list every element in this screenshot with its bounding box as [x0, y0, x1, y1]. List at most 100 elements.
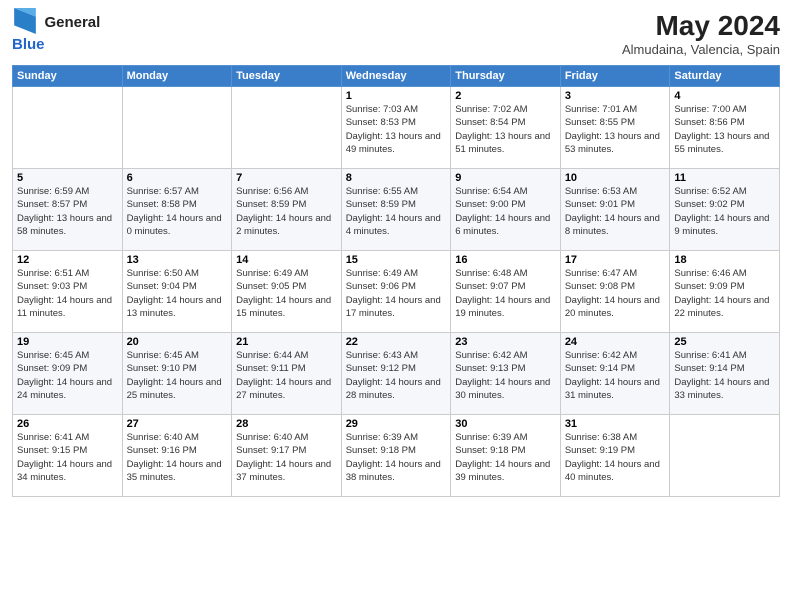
- day-info: Sunrise: 6:45 AMSunset: 9:09 PMDaylight:…: [17, 349, 118, 402]
- day-number: 1: [346, 90, 447, 102]
- day-number: 7: [236, 172, 337, 184]
- col-saturday: Saturday: [670, 66, 780, 87]
- day-number: 14: [236, 254, 337, 266]
- table-row: 5 Sunrise: 6:59 AMSunset: 8:57 PMDayligh…: [13, 169, 123, 251]
- table-row: 4 Sunrise: 7:00 AMSunset: 8:56 PMDayligh…: [670, 87, 780, 169]
- day-number: 5: [17, 172, 118, 184]
- day-number: 17: [565, 254, 666, 266]
- table-row: 7 Sunrise: 6:56 AMSunset: 8:59 PMDayligh…: [232, 169, 342, 251]
- title-block: May 2024 Almudaina, Valencia, Spain: [622, 10, 780, 57]
- table-row: [670, 415, 780, 497]
- day-info: Sunrise: 6:59 AMSunset: 8:57 PMDaylight:…: [17, 185, 118, 238]
- table-row: [13, 87, 123, 169]
- day-info: Sunrise: 6:50 AMSunset: 9:04 PMDaylight:…: [127, 267, 228, 320]
- day-number: 27: [127, 418, 228, 430]
- table-row: 31 Sunrise: 6:38 AMSunset: 9:19 PMDaylig…: [560, 415, 670, 497]
- day-info: Sunrise: 6:57 AMSunset: 8:58 PMDaylight:…: [127, 185, 228, 238]
- day-number: 12: [17, 254, 118, 266]
- calendar-week-row: 12 Sunrise: 6:51 AMSunset: 9:03 PMDaylig…: [13, 251, 780, 333]
- table-row: 17 Sunrise: 6:47 AMSunset: 9:08 PMDaylig…: [560, 251, 670, 333]
- day-number: 25: [674, 336, 775, 348]
- table-row: 22 Sunrise: 6:43 AMSunset: 9:12 PMDaylig…: [341, 333, 451, 415]
- day-number: 6: [127, 172, 228, 184]
- day-info: Sunrise: 6:41 AMSunset: 9:14 PMDaylight:…: [674, 349, 775, 402]
- day-number: 26: [17, 418, 118, 430]
- day-info: Sunrise: 6:54 AMSunset: 9:00 PMDaylight:…: [455, 185, 556, 238]
- day-number: 28: [236, 418, 337, 430]
- day-info: Sunrise: 6:39 AMSunset: 9:18 PMDaylight:…: [346, 431, 447, 484]
- day-info: Sunrise: 6:46 AMSunset: 9:09 PMDaylight:…: [674, 267, 775, 320]
- day-number: 22: [346, 336, 447, 348]
- day-number: 24: [565, 336, 666, 348]
- table-row: 3 Sunrise: 7:01 AMSunset: 8:55 PMDayligh…: [560, 87, 670, 169]
- col-monday: Monday: [122, 66, 232, 87]
- table-row: [122, 87, 232, 169]
- calendar-week-row: 26 Sunrise: 6:41 AMSunset: 9:15 PMDaylig…: [13, 415, 780, 497]
- col-thursday: Thursday: [451, 66, 561, 87]
- day-info: Sunrise: 7:03 AMSunset: 8:53 PMDaylight:…: [346, 103, 447, 156]
- table-row: 13 Sunrise: 6:50 AMSunset: 9:04 PMDaylig…: [122, 251, 232, 333]
- table-row: 8 Sunrise: 6:55 AMSunset: 8:59 PMDayligh…: [341, 169, 451, 251]
- table-row: 20 Sunrise: 6:45 AMSunset: 9:10 PMDaylig…: [122, 333, 232, 415]
- day-info: Sunrise: 7:02 AMSunset: 8:54 PMDaylight:…: [455, 103, 556, 156]
- day-number: 4: [674, 90, 775, 102]
- day-number: 10: [565, 172, 666, 184]
- day-info: Sunrise: 6:49 AMSunset: 9:05 PMDaylight:…: [236, 267, 337, 320]
- calendar-week-row: 19 Sunrise: 6:45 AMSunset: 9:09 PMDaylig…: [13, 333, 780, 415]
- day-number: 23: [455, 336, 556, 348]
- table-row: 26 Sunrise: 6:41 AMSunset: 9:15 PMDaylig…: [13, 415, 123, 497]
- table-row: 6 Sunrise: 6:57 AMSunset: 8:58 PMDayligh…: [122, 169, 232, 251]
- table-row: 24 Sunrise: 6:42 AMSunset: 9:14 PMDaylig…: [560, 333, 670, 415]
- calendar-table: Sunday Monday Tuesday Wednesday Thursday…: [12, 65, 780, 497]
- table-row: 16 Sunrise: 6:48 AMSunset: 9:07 PMDaylig…: [451, 251, 561, 333]
- table-row: 1 Sunrise: 7:03 AMSunset: 8:53 PMDayligh…: [341, 87, 451, 169]
- table-row: 12 Sunrise: 6:51 AMSunset: 9:03 PMDaylig…: [13, 251, 123, 333]
- table-row: 11 Sunrise: 6:52 AMSunset: 9:02 PMDaylig…: [670, 169, 780, 251]
- day-number: 29: [346, 418, 447, 430]
- day-number: 16: [455, 254, 556, 266]
- day-number: 31: [565, 418, 666, 430]
- month-year: May 2024: [622, 10, 780, 42]
- calendar-week-row: 1 Sunrise: 7:03 AMSunset: 8:53 PMDayligh…: [13, 87, 780, 169]
- table-row: 2 Sunrise: 7:02 AMSunset: 8:54 PMDayligh…: [451, 87, 561, 169]
- location: Almudaina, Valencia, Spain: [622, 42, 780, 57]
- day-info: Sunrise: 6:56 AMSunset: 8:59 PMDaylight:…: [236, 185, 337, 238]
- day-info: Sunrise: 6:40 AMSunset: 9:17 PMDaylight:…: [236, 431, 337, 484]
- table-row: 27 Sunrise: 6:40 AMSunset: 9:16 PMDaylig…: [122, 415, 232, 497]
- table-row: 25 Sunrise: 6:41 AMSunset: 9:14 PMDaylig…: [670, 333, 780, 415]
- table-row: 15 Sunrise: 6:49 AMSunset: 9:06 PMDaylig…: [341, 251, 451, 333]
- day-info: Sunrise: 6:55 AMSunset: 8:59 PMDaylight:…: [346, 185, 447, 238]
- day-info: Sunrise: 6:38 AMSunset: 9:19 PMDaylight:…: [565, 431, 666, 484]
- day-number: 3: [565, 90, 666, 102]
- col-tuesday: Tuesday: [232, 66, 342, 87]
- table-row: 29 Sunrise: 6:39 AMSunset: 9:18 PMDaylig…: [341, 415, 451, 497]
- day-number: 20: [127, 336, 228, 348]
- col-wednesday: Wednesday: [341, 66, 451, 87]
- table-row: 18 Sunrise: 6:46 AMSunset: 9:09 PMDaylig…: [670, 251, 780, 333]
- day-info: Sunrise: 6:45 AMSunset: 9:10 PMDaylight:…: [127, 349, 228, 402]
- day-info: Sunrise: 6:53 AMSunset: 9:01 PMDaylight:…: [565, 185, 666, 238]
- page: GeneralBlue May 2024 Almudaina, Valencia…: [0, 0, 792, 612]
- day-number: 19: [17, 336, 118, 348]
- table-row: 14 Sunrise: 6:49 AMSunset: 9:05 PMDaylig…: [232, 251, 342, 333]
- day-number: 18: [674, 254, 775, 266]
- calendar-header-row: Sunday Monday Tuesday Wednesday Thursday…: [13, 66, 780, 87]
- day-number: 13: [127, 254, 228, 266]
- day-number: 21: [236, 336, 337, 348]
- day-info: Sunrise: 6:42 AMSunset: 9:13 PMDaylight:…: [455, 349, 556, 402]
- day-number: 9: [455, 172, 556, 184]
- table-row: 10 Sunrise: 6:53 AMSunset: 9:01 PMDaylig…: [560, 169, 670, 251]
- table-row: 23 Sunrise: 6:42 AMSunset: 9:13 PMDaylig…: [451, 333, 561, 415]
- day-info: Sunrise: 6:41 AMSunset: 9:15 PMDaylight:…: [17, 431, 118, 484]
- day-info: Sunrise: 6:44 AMSunset: 9:11 PMDaylight:…: [236, 349, 337, 402]
- table-row: [232, 87, 342, 169]
- table-row: 21 Sunrise: 6:44 AMSunset: 9:11 PMDaylig…: [232, 333, 342, 415]
- day-number: 15: [346, 254, 447, 266]
- day-info: Sunrise: 6:52 AMSunset: 9:02 PMDaylight:…: [674, 185, 775, 238]
- header: GeneralBlue May 2024 Almudaina, Valencia…: [12, 10, 780, 57]
- day-info: Sunrise: 6:51 AMSunset: 9:03 PMDaylight:…: [17, 267, 118, 320]
- day-info: Sunrise: 6:49 AMSunset: 9:06 PMDaylight:…: [346, 267, 447, 320]
- day-info: Sunrise: 6:39 AMSunset: 9:18 PMDaylight:…: [455, 431, 556, 484]
- day-info: Sunrise: 7:01 AMSunset: 8:55 PMDaylight:…: [565, 103, 666, 156]
- day-number: 2: [455, 90, 556, 102]
